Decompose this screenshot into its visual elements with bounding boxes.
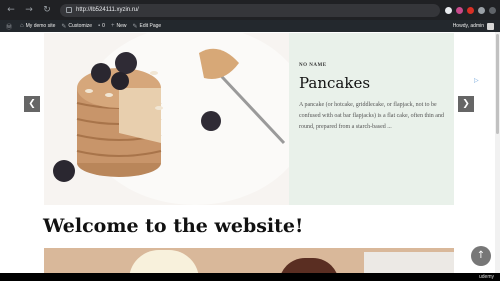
customize-label: Customize <box>68 23 93 29</box>
video-player-bar <box>0 273 500 281</box>
slide-excerpt: A pancake (or hotcake, griddlecake, or f… <box>299 102 444 130</box>
scroll-to-top-button[interactable]: ↑ <box>471 246 491 266</box>
cupcakes-image[interactable] <box>44 248 454 273</box>
slider-next-button[interactable]: ❯ <box>458 96 474 112</box>
brush-icon: ✎ <box>61 23 67 30</box>
extension-icon[interactable] <box>445 6 452 14</box>
plus-icon: + <box>110 23 115 29</box>
chevron-left-icon: ❮ <box>28 99 36 109</box>
napkin-shape <box>364 252 454 273</box>
comments-link[interactable]: ▪ 0 <box>98 23 105 29</box>
brand-watermark: udemy <box>478 274 494 280</box>
avatar <box>487 22 494 30</box>
slide-image[interactable] <box>44 33 289 205</box>
edit-page-link[interactable]: ✎ Edit Page <box>132 23 161 30</box>
back-arrow-icon[interactable]: ← <box>4 3 18 17</box>
extension-icon[interactable] <box>456 6 463 14</box>
ad-choices-icon[interactable]: ▷ <box>474 77 480 84</box>
wordpress-logo-icon[interactable]: Ⓦ <box>6 22 14 31</box>
cream-shape <box>129 250 199 273</box>
site-name-link[interactable]: ⌂ My demo site <box>20 23 55 29</box>
browser-toolbar: ← → ↻ http://lb524111.xyzin.ru/ <box>0 0 500 20</box>
slide-caption-panel: NO NAME Pancakes A pancake (or hotcake, … <box>289 33 454 205</box>
page-content: NO NAME Pancakes A pancake (or hotcake, … <box>0 32 500 273</box>
arrow-up-icon: ↑ <box>476 250 486 261</box>
address-bar[interactable]: http://lb524111.xyzin.ru/ <box>60 3 440 17</box>
slide-title[interactable]: Pancakes <box>299 74 444 92</box>
forward-arrow-icon[interactable]: → <box>22 3 36 17</box>
slide-category[interactable]: NO NAME <box>299 63 444 68</box>
new-label: New <box>116 23 127 29</box>
greeting: Howdy, admin <box>452 23 484 29</box>
edit-page-label: Edit Page <box>139 23 162 29</box>
comment-icon: ▪ <box>98 23 101 29</box>
lock-icon <box>66 7 72 13</box>
extension-icon[interactable] <box>467 6 474 14</box>
page-title: Welcome to the website! <box>43 215 304 237</box>
extension-icon[interactable] <box>478 6 485 14</box>
slider-prev-button[interactable]: ❮ <box>24 96 40 112</box>
page-scrollbar[interactable] <box>495 32 500 273</box>
scrollbar-thumb[interactable] <box>496 34 499 134</box>
url-text: http://lb524111.xyzin.ru/ <box>76 7 139 13</box>
extensions <box>445 6 496 14</box>
site-name: My demo site <box>25 23 56 29</box>
pancakes-illustration <box>53 48 286 182</box>
chevron-right-icon: ❯ <box>462 99 470 109</box>
account-menu[interactable]: Howdy, admin <box>452 22 494 30</box>
chocolate-shape <box>279 258 339 273</box>
wp-admin-bar: Ⓦ ⌂ My demo site ✎ Customize ▪ 0 + New ✎… <box>0 20 500 32</box>
reload-icon[interactable]: ↻ <box>40 3 54 17</box>
comments-count: 0 <box>102 23 105 29</box>
home-icon: ⌂ <box>20 23 24 29</box>
new-link[interactable]: + New <box>111 23 127 29</box>
featured-slider: NO NAME Pancakes A pancake (or hotcake, … <box>44 33 454 205</box>
profile-icon[interactable] <box>489 6 496 14</box>
pencil-icon: ✎ <box>132 23 138 30</box>
customize-link[interactable]: ✎ Customize <box>61 23 92 30</box>
